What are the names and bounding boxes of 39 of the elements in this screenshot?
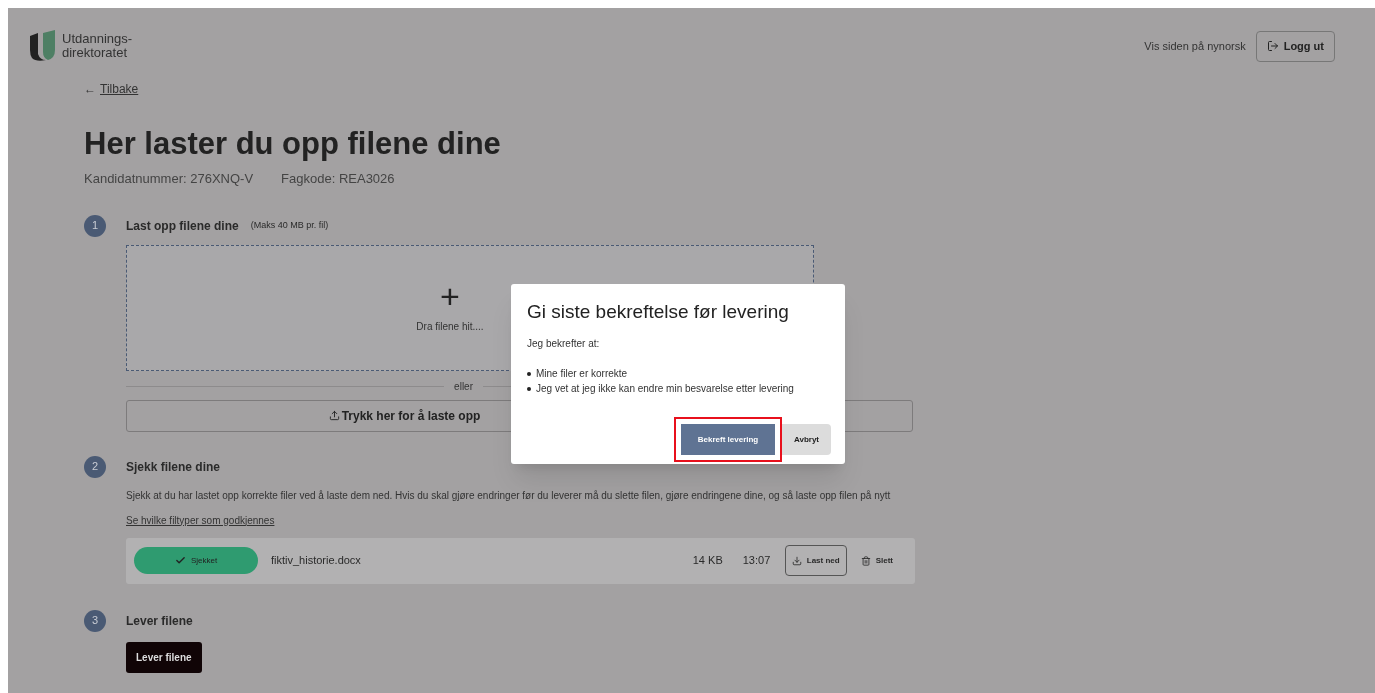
step-number: 1 <box>84 214 106 237</box>
divider-text: eller <box>453 379 474 394</box>
back-link[interactable]: ← Tilbake <box>84 80 139 98</box>
file-types-link[interactable]: Se hvilke filtyper som godkjennes <box>126 512 1375 528</box>
bullet-icon <box>527 371 531 376</box>
size-note: (Maks 40 MB pr. fil) <box>250 218 329 232</box>
meta-text: Kandidatnummer: 276XNQ-V <box>84 170 254 188</box>
cancel-button[interactable]: Avbryt <box>782 424 831 455</box>
file-size: 14 KB <box>692 553 724 569</box>
dialog-title: Gi siste bekreftelse før levering <box>527 300 790 324</box>
language-link[interactable]: Vis siden på nynorsk <box>1144 37 1246 55</box>
upload-icon <box>328 410 340 421</box>
instruction-text: Sjekk at du har lastet opp korrekte filer ved å laste dem ned. Hvis du skal gjøre endringer før du leverer må du slette filen, gjøre endringene dine, og så laste opp filen på nytt <box>126 488 892 503</box>
logout-icon <box>1266 40 1279 52</box>
bullet-icon <box>527 386 531 391</box>
file-time: 13:07 <box>742 553 772 569</box>
drop-hint: Dra filene hit.... <box>416 320 484 334</box>
step-number: 3 <box>84 609 106 632</box>
step-title: Sjekk filene dine <box>126 458 221 476</box>
logo-text: Utdannings- direktoratet <box>62 32 133 60</box>
step-number: 2 <box>84 455 106 478</box>
meta-text: Fagkode: REA3026 <box>281 170 395 188</box>
delete-button[interactable]: Slett <box>846 545 907 576</box>
dialog-intro: Jeg bekrefter at: <box>527 337 601 351</box>
download-button[interactable]: Last ned <box>784 545 847 576</box>
submit-button[interactable]: Lever filene <box>126 641 202 673</box>
plus-icon: + <box>440 281 460 311</box>
download-icon <box>791 555 802 566</box>
check-icon <box>174 555 186 566</box>
bullet-text: Jeg vet at jeg ikke kan endre min besvarelse etter levering <box>536 382 794 396</box>
confirm-button[interactable]: Bekreft levering <box>681 424 775 455</box>
step-title: Lever filene <box>126 612 193 630</box>
step-title: Last opp filene dine <box>126 217 239 235</box>
status-badge: Sjekket <box>134 547 258 574</box>
logo-icon <box>30 30 56 62</box>
page-title: Her laster du opp filene dine <box>84 125 502 163</box>
logout-button[interactable]: Logg ut <box>1255 30 1335 62</box>
file-name: fiktiv_historie.docx <box>271 553 362 569</box>
trash-icon <box>860 555 871 566</box>
